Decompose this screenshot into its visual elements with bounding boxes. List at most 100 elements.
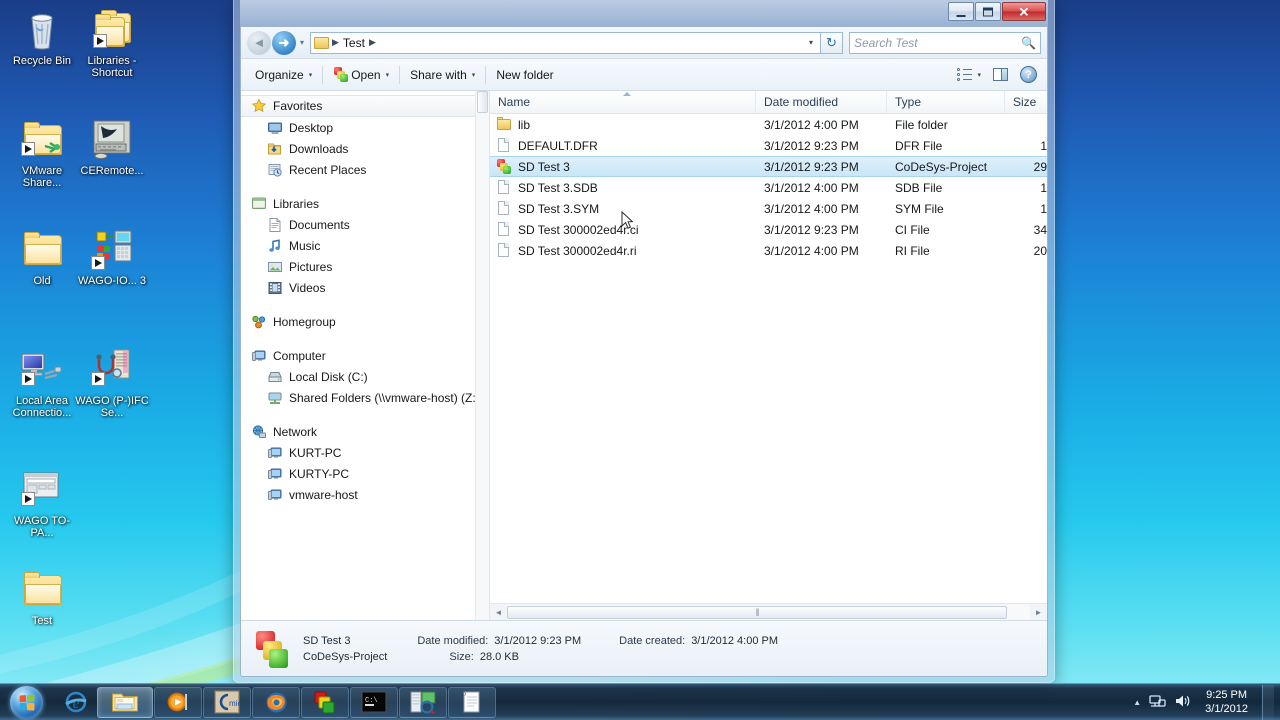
sidebar-item-favorites[interactable]: Favorites <box>241 95 489 117</box>
organize-button[interactable]: Organize ▾ <box>247 64 320 86</box>
sidebar-item-desktop[interactable]: Desktop <box>241 117 489 138</box>
breadcrumb-separator-2[interactable]: ▶ <box>369 37 376 48</box>
breadcrumb-separator[interactable]: ▶ <box>332 37 339 48</box>
column-headers: Name Date modified Type Size <box>490 91 1047 114</box>
taskbar-button-codesys[interactable] <box>301 686 349 718</box>
search-box[interactable]: Search Test 🔍 <box>849 31 1041 54</box>
close-button[interactable]: ✕ <box>1002 2 1046 21</box>
clock[interactable]: 9:25 PM 3/1/2012 <box>1199 688 1254 716</box>
sidebar-item-videos[interactable]: Videos <box>241 277 489 298</box>
sidebar-item-documents[interactable]: Documents <box>241 214 489 235</box>
sidebar-item-kurty-pc[interactable]: KURTY-PC <box>241 463 489 484</box>
table-row[interactable]: SD Test 3.SDB 3/1/2012 4:00 PM SDB File … <box>490 177 1047 198</box>
desktop-icon-ceremote[interactable]: CERemote... <box>74 118 150 177</box>
sidebar-item-label: Network <box>273 424 318 439</box>
sidebar-item-local-disk-c[interactable]: Local Disk (C:) <box>241 366 489 387</box>
show-hidden-icons-button[interactable]: ▲ <box>1133 698 1141 707</box>
cell-name: SD Test 3 <box>490 157 756 176</box>
scrollbar-thumb[interactable] <box>477 91 488 113</box>
desktop-icon-test[interactable]: Test <box>4 568 80 627</box>
taskbar-button-firefox[interactable] <box>252 686 300 718</box>
scroll-left-button[interactable]: ◄ <box>490 604 507 621</box>
sidebar-item-network[interactable]: Network <box>241 421 489 442</box>
table-row[interactable]: SD Test 300002ed4r.ri 3/1/2012 4:00 PM R… <box>490 240 1047 261</box>
volume-tray-icon[interactable] <box>1174 693 1191 712</box>
navigation-pane-scrollbar[interactable] <box>475 91 489 620</box>
sidebar-item-kurt-pc[interactable]: KURT-PC <box>241 442 489 463</box>
show-preview-pane-button[interactable] <box>987 64 1014 85</box>
new-folder-button[interactable]: New folder <box>488 64 561 86</box>
column-header-type[interactable]: Type <box>887 91 1005 113</box>
scroll-right-button[interactable]: ► <box>1030 604 1047 621</box>
sidebar-item-homegroup[interactable]: Homegroup <box>241 311 489 332</box>
desktop-icon-wago-io[interactable]: WAGO-IO... 3 <box>74 228 150 287</box>
desktop-icon-wago-ifc-service[interactable]: WAGO (P-)IFC Se... <box>74 348 150 419</box>
sidebar-item-vmware-host[interactable]: vmware-host <box>241 484 489 505</box>
taskbar-button-micro[interactable]: micro <box>203 686 251 718</box>
sidebar-item-recent-places[interactable]: Recent Places <box>241 159 489 180</box>
navigation-pane[interactable]: Favorites Desktop Downloads Recent Place… <box>241 91 490 620</box>
sidebar-item-libraries[interactable]: Libraries <box>241 193 489 214</box>
start-button[interactable] <box>2 685 50 720</box>
refresh-button[interactable]: ↻ <box>821 31 843 54</box>
cell-size <box>1005 114 1047 135</box>
help-button[interactable]: ? <box>1016 62 1041 87</box>
sidebar-item-music[interactable]: Music <box>241 235 489 256</box>
sidebar-item-shared-folders-z[interactable]: Shared Folders (\\vmware-host) (Z:) <box>241 387 489 408</box>
address-bar[interactable]: ▶ Test ▶ ▾ <box>310 31 821 54</box>
scrollbar-track[interactable] <box>507 604 1030 620</box>
table-row[interactable]: SD Test 3 3/1/2012 9:23 PM CoDeSys-Proje… <box>490 156 1047 177</box>
cell-date-modified: 3/1/2012 4:00 PM <box>764 243 859 258</box>
table-row[interactable]: lib 3/1/2012 4:00 PM File folder <box>490 114 1047 135</box>
table-row[interactable]: SD Test 3.SYM 3/1/2012 4:00 PM SYM File … <box>490 198 1047 219</box>
change-view-button[interactable]: ▾ <box>953 64 985 85</box>
system-tray: ▲ 9:25 PM 3/1/2012 <box>1133 684 1280 720</box>
cell-date-modified: 3/1/2012 9:23 PM <box>764 159 859 174</box>
breadcrumb-test[interactable]: Test <box>342 36 366 50</box>
forward-button[interactable]: ➜ <box>272 30 296 55</box>
taskbar-buttons: e micro <box>56 686 496 718</box>
sidebar-item-pictures[interactable]: Pictures <box>241 256 489 277</box>
column-header-date-modified[interactable]: Date modified <box>756 91 887 113</box>
column-header-size[interactable]: Size <box>1005 91 1047 113</box>
taskbar-button-internet-explorer[interactable]: e <box>56 687 96 718</box>
maximize-button[interactable] <box>975 2 1001 21</box>
cell-name: lib <box>490 114 756 135</box>
address-dropdown-icon[interactable]: ▾ <box>809 38 817 47</box>
taskbar-button-wago-tool[interactable] <box>399 686 447 718</box>
scrollbar-thumb[interactable] <box>507 605 1007 619</box>
desktop-icon-wago-topa[interactable]: WAGO TO-PA... <box>4 468 80 539</box>
horizontal-scrollbar[interactable]: ◄ ► <box>490 603 1047 620</box>
desktop-icon-vmware-share[interactable]: VMware Share... <box>4 118 80 189</box>
computer-icon <box>267 466 283 482</box>
file-list-pane[interactable]: Name Date modified Type Size lib 3/1/201… <box>490 91 1047 620</box>
column-header-name[interactable]: Name <box>490 91 756 113</box>
window-titlebar[interactable]: ✕ <box>240 0 1048 26</box>
taskbar-button-command-prompt[interactable]: C:\ <box>350 686 398 718</box>
share-with-button[interactable]: Share with ▾ <box>402 64 483 86</box>
sidebar-item-downloads[interactable]: Downloads <box>241 138 489 159</box>
desktop-icon-libraries-shortcut[interactable]: Libraries - Shortcut <box>74 8 150 79</box>
search-input[interactable]: Search Test <box>854 36 1021 50</box>
sidebar-item-computer[interactable]: Computer <box>241 345 489 366</box>
table-row[interactable]: SD Test 300002ed4r.ci 3/1/2012 9:23 PM C… <box>490 219 1047 240</box>
preview-pane-icon <box>993 68 1008 81</box>
taskbar-button-windows-explorer[interactable] <box>97 686 153 718</box>
explorer-window[interactable]: ✕ ◄ ➜ ▾ ▶ Test ▶ ▾ ↻ Search Test 🔍 Organ… <box>233 0 1055 683</box>
table-row[interactable]: DEFAULT.DFR 3/1/2012 9:23 PM DFR File 1 <box>490 135 1047 156</box>
network-tray-icon[interactable] <box>1149 693 1166 712</box>
sidebar-item-label: Local Disk (C:) <box>289 369 368 384</box>
generic-file-icon <box>496 200 512 217</box>
minimize-button[interactable] <box>948 2 974 21</box>
desktop-icon-recycle-bin[interactable]: Recycle Bin <box>4 8 80 67</box>
svg-text:micro: micro <box>229 699 240 708</box>
taskbar-button-notepad[interactable] <box>448 686 496 718</box>
desktop-icon-local-area-connection[interactable]: Local Area Connectio... <box>4 348 80 419</box>
show-desktop-button[interactable] <box>1262 684 1274 720</box>
taskbar-button-windows-media-player[interactable] <box>154 686 202 718</box>
folder-icon <box>314 36 329 49</box>
open-button[interactable]: Open ▾ <box>325 63 397 87</box>
history-dropdown-icon[interactable]: ▾ <box>296 38 308 47</box>
back-button[interactable]: ◄ <box>247 30 271 55</box>
desktop-icon-old[interactable]: Old <box>4 228 80 287</box>
